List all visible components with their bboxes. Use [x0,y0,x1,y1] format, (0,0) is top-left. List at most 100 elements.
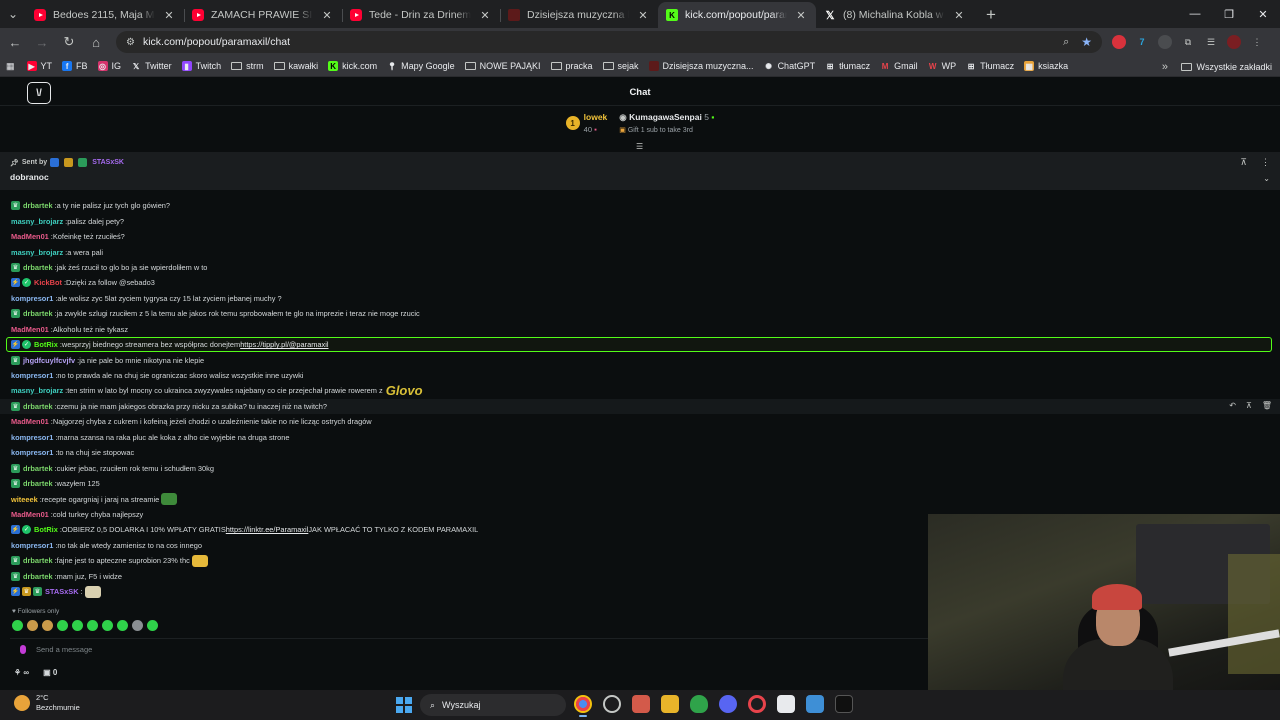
chat-username[interactable]: MadMen01 [11,510,49,519]
bookmark-item[interactable]: ▦ ksiazka [1024,56,1068,77]
chat-message[interactable]: witeeek: recepte ogargniaj i jaraj na st… [0,491,1280,506]
bookmark-item[interactable]: pracka [550,56,593,77]
chat-username[interactable]: STASxSK [45,587,79,596]
bookmark-item[interactable]: Dzisiejsza muzyczna... [648,56,754,77]
reply-icon[interactable]: ↶ [1229,401,1236,410]
new-tab-button[interactable]: + [978,2,1004,28]
quick-emote-icon[interactable] [27,620,38,631]
mic-icon[interactable] [20,644,26,654]
bookmark-item[interactable]: ◎ IG [97,56,121,77]
bookmark-item[interactable]: ⊞ tłumacz [825,56,870,77]
chat-message[interactable]: kompresor1: no to prawda ale na chuj sie… [0,368,1280,383]
photos-app-icon[interactable] [806,695,824,713]
chat-username[interactable]: jhgdfcuylfcvjfv [23,356,75,365]
quick-emote-icon[interactable] [117,620,128,631]
quick-emote-icon[interactable] [132,620,143,631]
chat-username[interactable]: drbartek [23,402,53,411]
bookmark-item[interactable]: W WP [928,56,956,77]
chat-message[interactable]: MadMen01: Najgorzej chyba z cukrem i kof… [0,414,1280,429]
chat-message[interactable]: masny_brojarz: palisz dalej pety? [0,213,1280,228]
tab-search-icon[interactable]: ⌄ [0,0,26,28]
chat-username[interactable]: MadMen01 [11,417,49,426]
chat-link[interactable]: https://tipply.pl/@paramaxil [240,340,328,349]
profile-avatar-icon[interactable] [1227,35,1241,49]
delete-icon[interactable]: 🗑︎ [1262,401,1272,410]
bookmark-item[interactable]: kawałki [273,56,318,77]
chat-username[interactable]: kompresor1 [11,541,53,550]
capcut-app-icon[interactable] [777,695,795,713]
zoom-icon[interactable]: ⌕ [1063,36,1069,49]
chat-username[interactable]: masny_brojarz [11,248,63,257]
opera-app-icon[interactable] [748,695,766,713]
tab-close-icon[interactable]: ✕ [320,9,334,22]
bookmark-item[interactable]: M Gmail [880,56,918,77]
all-bookmarks-folder[interactable]: Wszystkie zakładki [1181,56,1272,77]
7tv-extension-icon[interactable]: 7 [1135,35,1149,49]
chat-username[interactable]: drbartek [23,479,53,488]
chat-message[interactable]: MadMen01: Kofeinkę też rzuciłeś? [0,229,1280,244]
tab-close-icon[interactable]: ✕ [478,9,492,22]
chat-username[interactable]: drbartek [23,556,53,565]
unpin-icon[interactable]: ⊼ [1240,157,1247,168]
chat-message[interactable]: ♛ drbartek: wazyłem 125 [0,476,1280,491]
chat-username[interactable]: kompresor1 [11,294,53,303]
bookmark-item[interactable]: 📍︎ Mapy Google [387,56,455,77]
chat-message[interactable]: kompresor1: to na chuj sie stopowac [0,445,1280,460]
quick-emote-icon[interactable] [102,620,113,631]
tab-close-icon[interactable]: ✕ [952,9,966,22]
close-window-icon[interactable]: ✕ [1246,0,1280,28]
chrome-app-icon[interactable] [574,695,592,717]
chat-username[interactable]: drbartek [23,572,53,581]
browser-tab[interactable]: Kkick.com/popout/paramaxil/cha ✕ [658,2,816,28]
chat-message[interactable]: ⚡ ✓ BotRix: wesprzyj biednego streamera be… [6,336,1272,353]
adobe-app-icon[interactable] [835,695,853,713]
extension-icon[interactable] [1158,35,1172,49]
browser-tab[interactable]: ZAMACH PRAWIE SIĘ UDAŁ - Yo ✕ [184,2,342,28]
chat-username[interactable]: MadMen01 [11,325,49,334]
chat-username[interactable]: kompresor1 [11,371,53,380]
browser-tab[interactable]: 𝕏 (8) Michalina Kobla w serwisie X ✕ [816,2,974,28]
bookmark-item[interactable]: strm [231,56,264,77]
home-icon[interactable]: ⌂ [84,30,108,54]
pinned-sender-name[interactable]: STASxSK [92,159,124,166]
gifts-button[interactable]: ▣ 0 [43,668,57,677]
tab-close-icon[interactable]: ✕ [794,9,808,22]
pin-message-icon[interactable]: ⊼ [1246,401,1252,410]
file-explorer-icon[interactable] [661,695,679,713]
chat-message[interactable]: MadMen01: Alkoholu też nie tykasz [0,322,1280,337]
leaderboard-gifter[interactable]: ◉ KumagawaSenpai 5 ▪ ▣ Gift 1 sub to tak… [619,112,714,152]
windows-start-icon[interactable] [396,697,412,713]
chat-message[interactable]: ♛ jhgdfcuylfcvjfv: ja nie pale bo mnie ni… [0,352,1280,367]
discord-app-icon[interactable] [719,695,737,713]
quick-emote-icon[interactable] [57,620,68,631]
forward-icon[interactable]: → [30,30,54,54]
bookmark-star-icon[interactable]: ★ [1081,35,1092,49]
chat-username[interactable]: kompresor1 [11,448,53,457]
chat-username[interactable]: drbartek [23,263,53,272]
chat-message[interactable]: kompresor1: ale wolisz zyc 5lat zyciem t… [0,291,1280,306]
chat-username[interactable]: drbartek [23,309,53,318]
bookmark-item[interactable]: NOWE PAJĄKI [464,56,541,77]
bookmark-item[interactable]: Kkick.com [328,56,377,77]
more-bookmarks-icon[interactable]: » [1162,56,1168,77]
chat-message[interactable]: ♛ drbartek: a ty nie palisz juz tych glo … [0,198,1280,213]
address-bar[interactable]: ⚙ kick.com/popout/paramaxil/chat ⌕ ★ [116,31,1102,53]
chat-input[interactable] [36,644,436,654]
pinned-menu-icon[interactable]: ⋮ [1261,157,1270,168]
chat-username[interactable]: masny_brojarz [11,217,63,226]
tab-close-icon[interactable]: ✕ [636,9,650,22]
quick-emote-icon[interactable] [147,620,158,631]
chat-username[interactable]: witeeek [11,495,38,504]
url-text[interactable]: kick.com/popout/paramaxil/chat [143,36,1063,48]
channel-points-button[interactable]: ⚘ ∞ [14,668,29,677]
apps-grid-icon[interactable]: ▦ [6,56,15,77]
obs-app-icon[interactable] [603,695,621,713]
site-info-icon[interactable]: ⚙ [126,37,135,48]
quick-emote-icon[interactable] [87,620,98,631]
bookmark-item[interactable]: ▮ Twitch [181,56,221,77]
chat-message[interactable]: masny_brojarz: a wera pali [0,244,1280,259]
chat-username[interactable]: kompresor1 [11,433,53,442]
chat-link[interactable]: https://linktr.ee/Paramaxil [226,525,309,534]
bookmark-item[interactable]: 𝕏 Twitter [131,56,172,77]
chat-username[interactable]: BotRix [34,525,58,534]
